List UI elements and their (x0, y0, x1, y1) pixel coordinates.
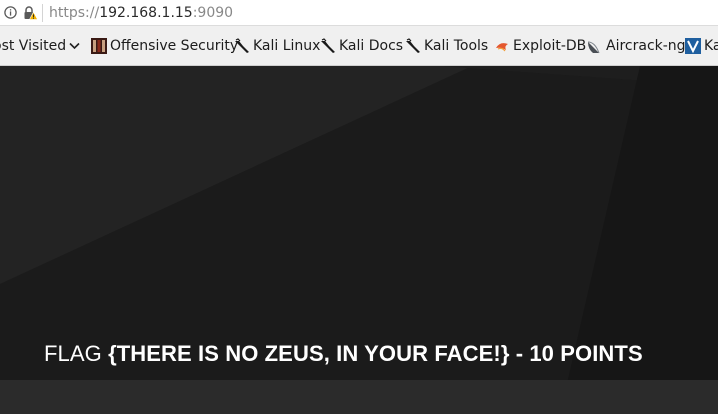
bookmark-label: Exploit-DB (513, 38, 587, 54)
info-icon[interactable] (4, 6, 17, 19)
bookmark-label: ost Visited (0, 38, 67, 54)
bookmark-label: Kali Docs (339, 38, 404, 54)
bookmark-label: Aircrack-ng (606, 38, 686, 54)
url-separator (42, 4, 43, 22)
bookmarks-toolbar: ost Visited Offensive Security Kali Linu… (0, 26, 718, 66)
bookmark-label: Kali Linux (253, 38, 321, 54)
url-port: :9090 (192, 5, 234, 21)
kali-dragon-icon (406, 38, 420, 53)
kali-dragon-icon (321, 38, 335, 53)
bookmark-label: Ka (704, 38, 718, 54)
offensive-security-icon (91, 38, 107, 54)
bookmark-label: Offensive Security (110, 38, 239, 54)
bottom-strip (0, 380, 718, 414)
chevron-down-icon (69, 42, 80, 50)
flag-prefix: FLAG (44, 341, 102, 366)
url-scheme: https:// (49, 5, 100, 21)
aircrack-icon (587, 41, 600, 54)
url-bar[interactable]: https://192.168.1.15:9090 (0, 0, 718, 26)
url-host: 192.168.1.15 (99, 5, 193, 21)
address-field[interactable]: https://192.168.1.15:9090 (49, 4, 233, 22)
page-content: FLAG {THERE IS NO ZEUS, IN YOUR FACE!} -… (0, 66, 718, 414)
kali-dragon-icon (235, 38, 249, 53)
bookmark-label: Kali Tools (424, 38, 489, 54)
flag-text: FLAG {THERE IS NO ZEUS, IN YOUR FACE!} -… (44, 340, 643, 368)
exploit-db-icon (496, 43, 508, 52)
insecure-lock-icon[interactable] (22, 5, 38, 21)
flag-value: {THERE IS NO ZEUS, IN YOUR FACE!} - 10 P… (108, 341, 643, 366)
kali-blue-icon (685, 38, 701, 54)
